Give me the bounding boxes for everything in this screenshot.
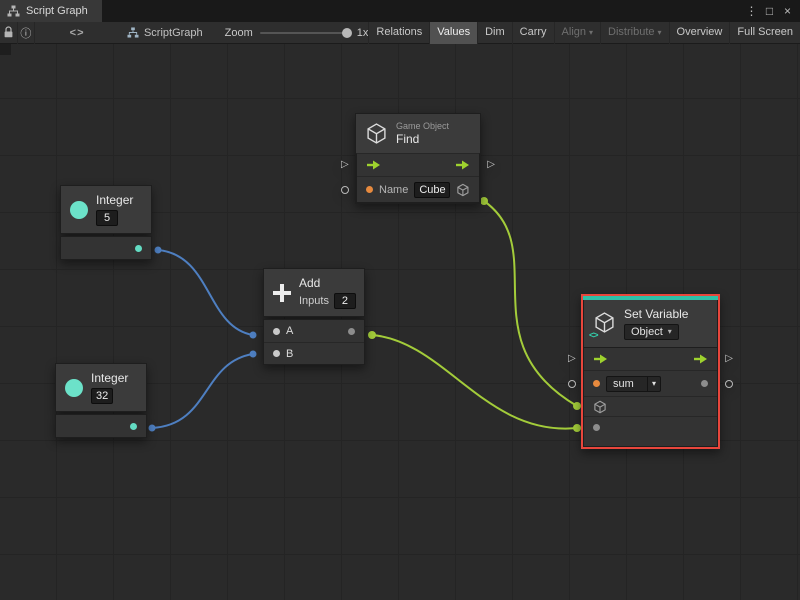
dropdown-caret-icon: ▾ [657, 27, 662, 37]
control-output-port[interactable]: ▷ [487, 160, 495, 170]
dropdown-caret-icon: ▾ [667, 327, 672, 336]
close-icon[interactable]: × [780, 1, 795, 21]
distribute-dropdown-button[interactable]: Distribute ▾ [600, 21, 668, 44]
relations-button[interactable]: Relations [368, 21, 429, 44]
full-screen-button[interactable]: Full Screen [729, 21, 800, 44]
node-title: Set Variable [624, 307, 689, 321]
inputs-label: Inputs [299, 295, 329, 307]
lock-icon [4, 26, 13, 38]
value-output-outer-port[interactable] [725, 379, 733, 388]
code-view-button[interactable]: <> [65, 22, 89, 44]
zoom-control: Zoom 1x [225, 27, 369, 39]
dim-button[interactable]: Dim [477, 21, 512, 44]
toolbar-buttons: Relations Values Dim Carry Align ▾ Distr… [368, 21, 800, 44]
inputs-count-field[interactable]: 2 [333, 293, 356, 309]
title-bar: Script Graph ⋮ □ × [0, 0, 800, 22]
flow-out-arrow-icon[interactable] [693, 354, 708, 364]
zoom-slider[interactable] [259, 27, 352, 38]
port-a-label: A [286, 325, 294, 337]
graph-toolbar: ⓘ <> ScriptGraph Zoom 1x Relations Value… [0, 21, 800, 44]
wire-integer32-to-add-b[interactable] [151, 353, 254, 429]
lock-button[interactable] [0, 21, 18, 44]
game-object-output-port-cube-icon[interactable] [456, 183, 470, 197]
node-title: Integer [91, 371, 129, 385]
info-icon: ⓘ [20, 27, 32, 40]
flow-in-arrow-icon[interactable] [366, 160, 381, 170]
dropdown-caret-icon: ▾ [589, 27, 594, 37]
wire-find-to-setvariable-object[interactable] [483, 200, 578, 407]
sum-output-port[interactable] [348, 327, 355, 335]
variable-kind-dropdown[interactable]: Object ▾ [624, 324, 679, 340]
control-input-port[interactable]: ▷ [568, 354, 576, 364]
node-category: Game Object [396, 121, 450, 131]
node-game-object-find[interactable]: Game Object Find ▷ ▷ Name Cube [341, 113, 495, 204]
input-port-a[interactable] [273, 327, 280, 335]
graph-name-label: ScriptGraph [143, 26, 203, 39]
graph-name-breadcrumb[interactable]: ScriptGraph [127, 27, 203, 39]
flow-out-arrow-icon[interactable] [455, 160, 470, 170]
integer-value-field[interactable]: 32 [91, 388, 114, 404]
overview-button[interactable]: Overview [668, 21, 730, 44]
values-button[interactable]: Values [429, 21, 478, 44]
script-graph-icon [127, 27, 139, 38]
flow-in-arrow-icon[interactable] [593, 354, 608, 364]
integer-output-port[interactable] [130, 422, 137, 430]
add-icon [273, 283, 291, 302]
object-input-port-cube-icon[interactable] [593, 400, 607, 414]
unity-script-graph-window: Script Graph ⋮ □ × ⓘ <> ScriptGraph Zoom… [0, 0, 800, 600]
carry-button[interactable]: Carry [511, 21, 554, 44]
control-output-port[interactable]: ▷ [725, 354, 733, 364]
new-value-input-port[interactable] [593, 424, 600, 431]
variable-name-port[interactable] [593, 380, 600, 387]
wire-integer5-to-add-a[interactable] [157, 249, 254, 336]
integer-icon [65, 378, 83, 397]
canvas-corner [0, 44, 11, 55]
game-object-cube-icon [367, 123, 386, 144]
graph-icon [7, 5, 20, 17]
dropdown-caret-icon: ▾ [652, 378, 657, 388]
node-integer-32[interactable]: Integer 32 [55, 363, 147, 438]
zoom-label: Zoom [224, 26, 253, 39]
integer-value-field[interactable]: 5 [96, 210, 118, 226]
zoom-value: 1x [356, 26, 369, 39]
value-input-port[interactable] [568, 379, 576, 388]
align-dropdown-button[interactable]: Align ▾ [553, 21, 600, 44]
name-value-field[interactable]: Cube [414, 181, 451, 198]
node-set-variable[interactable]: <> Set Variable Object ▾ ▷ ▷ sum ▾ [568, 294, 733, 449]
tab-script-graph[interactable]: Script Graph [0, 0, 102, 22]
integer-output-port[interactable] [135, 244, 142, 252]
value-output-port[interactable] [701, 380, 708, 387]
node-title: Find [396, 132, 420, 146]
name-label: Name [379, 183, 409, 196]
node-add[interactable]: Add Inputs 2 A B [263, 268, 365, 365]
node-integer-5[interactable]: Integer 5 [60, 185, 152, 260]
tab-title: Script Graph [26, 5, 88, 17]
name-input-port[interactable] [366, 186, 373, 193]
kebab-menu-icon[interactable]: ⋮ [744, 1, 759, 21]
input-port-b[interactable] [273, 350, 280, 357]
variable-name-dropdown[interactable]: sum ▾ [606, 375, 662, 392]
control-input-port[interactable]: ▷ [341, 160, 349, 170]
port-b-label: B [286, 347, 294, 360]
info-button[interactable]: ⓘ [18, 21, 36, 44]
graph-canvas[interactable]: Integer 5 Integer 32 Add Inputs 2 A B Ga… [0, 44, 800, 600]
node-title: Integer [96, 193, 134, 207]
node-title: Add [299, 276, 321, 290]
value-input-port[interactable] [341, 185, 349, 194]
maximize-icon[interactable]: □ [762, 1, 777, 21]
zoom-slider-handle[interactable] [341, 27, 352, 38]
window-controls: ⋮ □ × [744, 1, 800, 21]
code-icon: <> [69, 26, 85, 39]
variable-badge-icon: <> [589, 329, 598, 340]
node-footer [584, 438, 717, 446]
integer-icon [70, 200, 88, 219]
